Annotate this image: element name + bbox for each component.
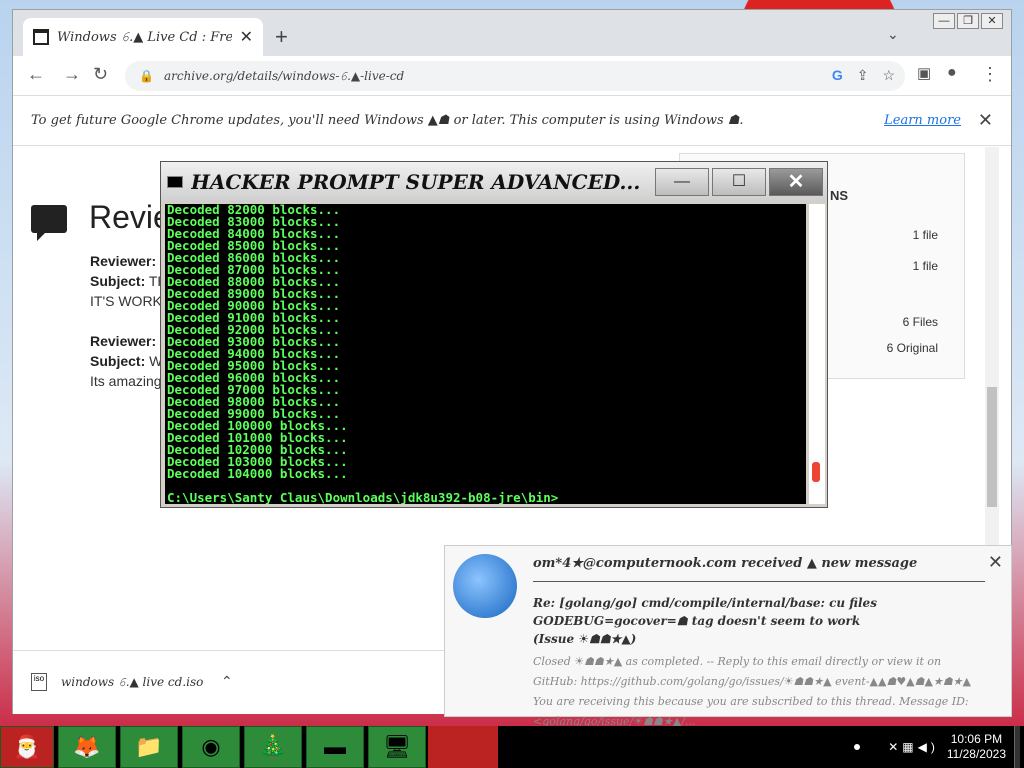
side-row[interactable]: 6 Original	[887, 341, 938, 355]
console-window: HACKER PROMPT SUPER ADVANCED... — ☐ ✕ De…	[160, 161, 828, 508]
download-item[interactable]: iso windows 𝟼.▲ live cd.iso	[31, 673, 203, 691]
google-lens-icon[interactable]: G	[832, 67, 843, 84]
download-filename[interactable]: windows 𝟼.▲ live cd.iso	[61, 675, 203, 690]
taskbar-empty-slot	[428, 726, 498, 768]
console-close-button[interactable]: ✕	[769, 168, 823, 196]
taskbar-cmd-icon[interactable]: ▬	[306, 726, 364, 768]
omnibox-actions: G ⇪ ☆	[832, 67, 895, 84]
share-icon[interactable]: ⇪	[857, 67, 869, 84]
update-infobar: To get future Google Chrome updates, you…	[13, 96, 1011, 146]
taskbar-explorer-icon[interactable]: 📁	[120, 726, 178, 768]
archive-favicon-icon	[33, 29, 49, 45]
taskbar-remote-icon[interactable]: 🖥	[368, 726, 426, 768]
bookmark-star-icon[interactable]: ☆	[882, 67, 895, 84]
review-1-subject: Subject: TH	[90, 273, 168, 289]
taskbar-tree-icon[interactable]: 🎄	[244, 726, 302, 768]
browser-toolbar: ← → ↻ 🔒 archive.org/details/windows-𝟼.▲-…	[13, 56, 1011, 96]
tab-strip: Windows 𝟼.▲ Live Cd : Free Dow ✕ + ⌄ — ❐…	[13, 10, 1011, 56]
side-row[interactable]: 1 file	[913, 228, 938, 242]
taskbar-chrome-icon[interactable]: ◉	[182, 726, 240, 768]
console-maximize-button[interactable]: ☐	[712, 168, 766, 196]
close-window-button[interactable]: ✕	[981, 13, 1003, 29]
tab-search-chevron-icon[interactable]: ⌄	[887, 26, 899, 43]
cmd-icon	[167, 176, 183, 188]
clock-date: 11/28/2023	[946, 747, 1006, 761]
system-tray: ✕▦◀) 10:06 PM 11/28/2023	[844, 726, 1024, 768]
profile-avatar-icon[interactable]: ●	[947, 64, 957, 82]
review-2-subject: Subject: W	[90, 353, 162, 369]
review-1-reviewer: Reviewer:	[90, 253, 156, 269]
menu-kebab-icon[interactable]: ⋮	[981, 64, 999, 85]
reviewer-label: Reviewer:	[90, 253, 157, 269]
review-2-body: Its amazing	[90, 373, 162, 389]
review-1-body: IT'S WORK	[90, 293, 162, 309]
console-title: HACKER PROMPT SUPER ADVANCED...	[191, 170, 641, 194]
reload-icon[interactable]: ↻	[93, 64, 108, 85]
panel-heading: NS	[829, 188, 848, 203]
console-scrollbar[interactable]	[809, 204, 825, 504]
tab-active[interactable]: Windows 𝟼.▲ Live Cd : Free Dow ✕	[23, 18, 263, 56]
subject-line: (Issue ☀☗☗★▲)	[533, 632, 637, 646]
url-text[interactable]: archive.org/details/windows-𝟼.▲-live-cd	[164, 69, 404, 84]
review-speech-bubble-icon	[31, 205, 67, 241]
learn-more-link[interactable]: Learn more	[884, 113, 961, 128]
clock[interactable]: 10:06 PM 11/28/2023	[947, 732, 1006, 762]
console-minimize-button[interactable]: —	[655, 168, 709, 196]
tray-network-volume-icon[interactable]: ✕▦◀)	[888, 740, 939, 754]
console-output[interactable]: Decoded 82000 blocks... Decoded 83000 blo…	[165, 204, 806, 504]
page-scroll-thumb[interactable]	[987, 387, 997, 507]
console-line: Decoded 104000 blocks...	[167, 466, 348, 481]
back-arrow-icon[interactable]: ←	[27, 64, 45, 85]
console-scroll-thumb[interactable]	[812, 462, 820, 482]
lock-icon[interactable]: 🔒	[139, 69, 154, 83]
infobar-message: To get future Google Chrome updates, you…	[31, 113, 744, 128]
clock-time: 10:06 PM	[950, 732, 1003, 746]
thunderbird-logo-icon	[453, 554, 517, 618]
maximize-button[interactable]: ❐	[957, 13, 979, 29]
mail-notification[interactable]: om*4★@computernook.com received ▲ new me…	[444, 545, 1012, 728]
console-prompt[interactable]: C:\Users\Santy Claus\Downloads\jdk8u392-…	[167, 491, 558, 504]
taskbar: 🎅 🦊 📁 ◉ 🎄 ▬ 🖥 ✕▦◀) 10:06 PM 11/28/2023	[0, 726, 1024, 768]
show-desktop-button[interactable]	[1014, 726, 1020, 768]
infobar-close-icon[interactable]: ✕	[978, 110, 993, 131]
minimize-button[interactable]: —	[933, 13, 955, 29]
notification-subject: Re: [golang/go] cmd/compile/internal/bas…	[533, 594, 933, 648]
tab-close-icon[interactable]: ✕	[240, 27, 253, 47]
notification-title: om*4★@computernook.com received ▲ new me…	[533, 556, 985, 582]
window-controls: — ❐ ✕	[933, 13, 1003, 29]
notification-body: Closed ☀☗☗★▲ as completed. -- Reply to t…	[533, 655, 972, 728]
tray-dot-icon[interactable]	[854, 744, 861, 750]
reviews-heading: Revie	[89, 199, 171, 235]
subject-label: Subject:	[90, 273, 146, 289]
review-2-reviewer: Reviewer:	[90, 333, 156, 349]
subject-line: Re: [golang/go] cmd/compile/internal/bas…	[533, 596, 877, 610]
start-button[interactable]: 🎅	[0, 726, 54, 768]
notification-close-icon[interactable]: ✕	[988, 552, 1003, 573]
side-panel-icon[interactable]: ▣	[917, 64, 931, 82]
reviewer-label: Reviewer:	[90, 333, 157, 349]
taskbar-firefox-icon[interactable]: 🦊	[58, 726, 116, 768]
subject-label: Subject:	[90, 353, 146, 369]
address-bar[interactable]: 🔒 archive.org/details/windows-𝟼.▲-live-c…	[125, 61, 905, 91]
iso-file-icon: iso	[31, 673, 47, 691]
new-tab-button[interactable]: +	[275, 24, 288, 50]
side-row[interactable]: 1 file	[913, 259, 938, 273]
forward-arrow-icon[interactable]: →	[63, 64, 81, 85]
subject-line: GODEBUG=gocover=☗ tag doesn't seem to wo…	[533, 614, 861, 628]
tab-title: Windows 𝟼.▲ Live Cd : Free Dow	[57, 29, 232, 45]
download-options-chevron-icon[interactable]: ⌃	[221, 673, 233, 690]
side-row[interactable]: 6 Files	[903, 315, 938, 329]
